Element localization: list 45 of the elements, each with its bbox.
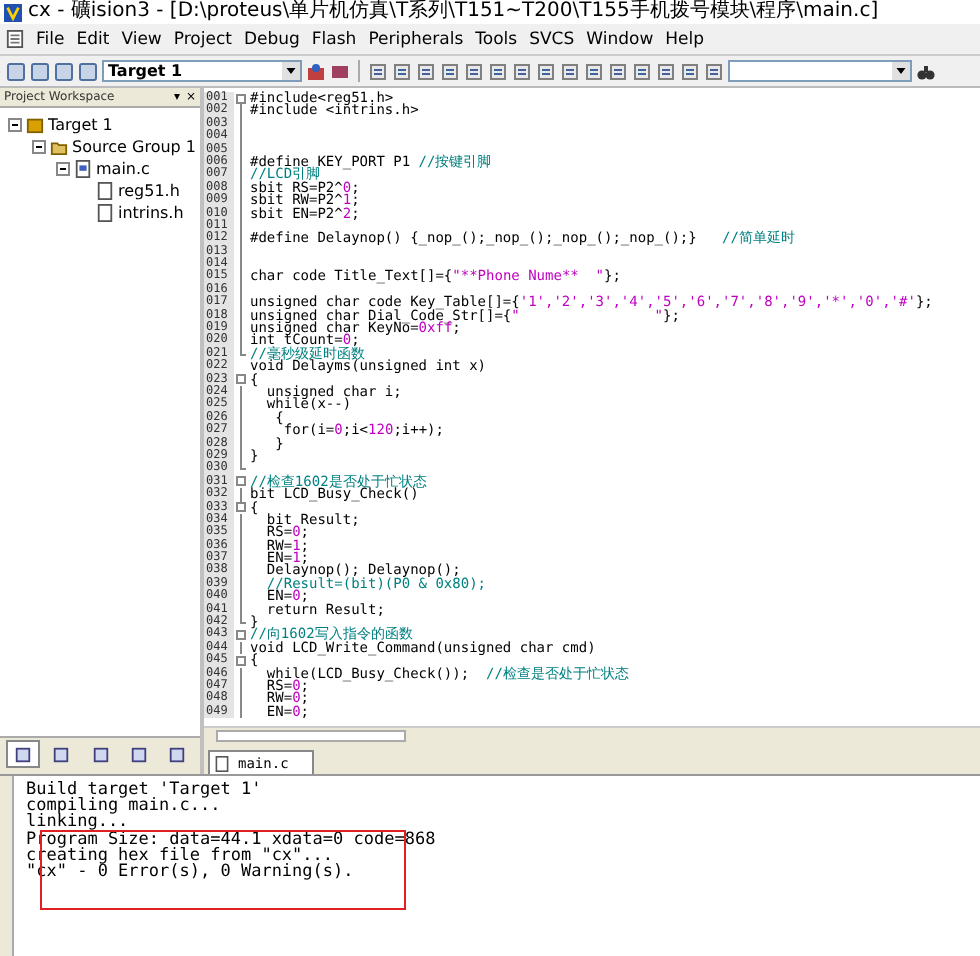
menu-item[interactable]: Peripherals	[368, 29, 464, 49]
menu-item[interactable]: Project	[173, 29, 232, 49]
output-line: compiling main.c...	[26, 798, 221, 815]
fold-toggle[interactable]	[236, 374, 246, 385]
tree-item[interactable]: main.c	[96, 160, 150, 178]
menu-item[interactable]: File	[36, 29, 65, 49]
fold-toggle[interactable]	[236, 630, 246, 641]
panel-tab[interactable]	[6, 740, 41, 768]
file-icon	[214, 755, 230, 771]
folder-icon	[50, 138, 68, 156]
fold-toggle[interactable]	[236, 655, 246, 666]
target-dropdown[interactable]: Target 1	[102, 60, 302, 82]
document-icon	[6, 30, 24, 48]
files-icon	[14, 745, 33, 763]
tree-item[interactable]: Target 1	[48, 116, 113, 134]
expand-toggle[interactable]	[8, 118, 22, 132]
fold-toggle[interactable]	[236, 502, 246, 513]
caret-icon	[896, 68, 906, 74]
menu-item[interactable]: Flash	[311, 29, 357, 49]
fold-toggle[interactable]	[236, 476, 246, 487]
expand-toggle[interactable]	[56, 162, 70, 176]
menu-item[interactable]: Debug	[243, 29, 300, 49]
menu-item[interactable]: Help	[665, 29, 705, 49]
output-line: Build target 'Target 1'	[26, 782, 264, 799]
tree-item[interactable]: reg51.h	[118, 182, 180, 200]
app-icon	[4, 3, 22, 21]
fold-end-line	[240, 462, 246, 471]
fold-toggle[interactable]	[236, 93, 246, 104]
file-icon	[74, 160, 92, 178]
tree-item[interactable]: Source Group 1	[72, 138, 197, 156]
menu-item[interactable]: Edit	[76, 29, 110, 49]
tree-item[interactable]: intrins.h	[118, 204, 184, 222]
fold-end-line	[240, 347, 246, 356]
binoculars-icon[interactable]	[916, 61, 936, 81]
menu-item[interactable]: Window	[586, 29, 654, 49]
fold-end-line	[240, 616, 246, 625]
menu-item[interactable]: View	[121, 29, 162, 49]
menu-item[interactable]: SVCS	[529, 29, 575, 49]
target-icon	[26, 116, 44, 134]
horizontal-scrollbar[interactable]	[204, 726, 980, 744]
caret-icon	[286, 68, 296, 74]
menu-item[interactable]: Tools	[475, 29, 518, 49]
fold-line	[240, 641, 246, 655]
expand-toggle[interactable]	[32, 140, 46, 154]
output-line: linking...	[26, 814, 129, 832]
